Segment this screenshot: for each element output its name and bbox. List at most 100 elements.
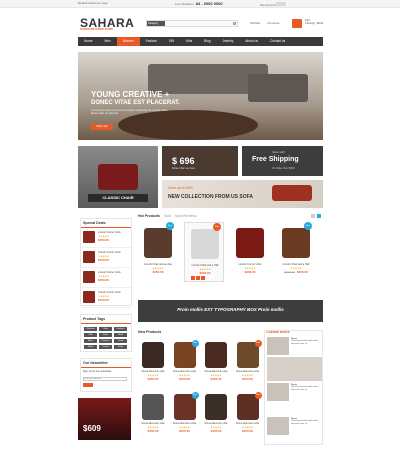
cart-icon[interactable] [292, 19, 302, 28]
deal-thumb[interactable] [83, 271, 95, 284]
hero-shop-button[interactable]: Shop now [91, 124, 113, 130]
product-tag[interactable]: Sofa [84, 333, 97, 338]
deal-name[interactable]: Lincoln Corner Units [98, 251, 121, 254]
product-tag[interactable]: Tables [84, 345, 97, 350]
product-badge: Sale [213, 223, 221, 231]
side-promo-banner[interactable]: $609 [78, 398, 131, 440]
cart-summary[interactable]: Cart 0 item(s) - $0.00 [305, 19, 323, 25]
product-image[interactable] [205, 394, 227, 420]
nav-item-about-us[interactable]: About us [239, 37, 264, 46]
hero-slider[interactable]: YOUNG CREATIVE + DONEC VITAE EST PLACERA… [78, 52, 323, 140]
new-product-card[interactable]: Fiona aftemoon sofa ★★★★★ $150.00 [201, 392, 231, 437]
tab-hot-products[interactable]: Hot Products [138, 214, 160, 218]
product-name[interactable]: Fiona aftemoon sofa [201, 422, 231, 425]
next-arrow-icon[interactable] [317, 214, 321, 218]
deal-item[interactable]: Lincoln Corner Units ★★★★★ $150.00 [81, 228, 131, 249]
newsletter-email-input[interactable] [83, 377, 127, 382]
newsletter-submit-button[interactable] [83, 383, 93, 388]
deal-item[interactable]: Lincoln Corner Units ★★★★★ $150.00 [81, 248, 131, 269]
product-name[interactable]: Lincoln Chair and a Half [276, 263, 316, 266]
nav-item-women[interactable]: Women [116, 37, 140, 46]
banner-price-value: $ 696 [172, 156, 195, 166]
search-bar[interactable]: Category [146, 20, 238, 27]
custom-block-item[interactable]: Donec Sed ut perspiciatis unde omnis iste… [267, 383, 322, 403]
banner-price[interactable]: $ 696 Sofas Chair we have [162, 146, 238, 176]
product-name[interactable]: Fiona aftemoon sofa [233, 370, 263, 373]
product-card[interactable]: New Lincoln Chair and a Half ★★★★★ $400.… [276, 222, 316, 282]
banner-new-collection[interactable]: Save up to 50% NEW COLLECTION FROM US SO… [162, 180, 323, 208]
product-name[interactable]: Fiona aftemoon sofa [138, 370, 168, 373]
product-image[interactable] [205, 342, 227, 368]
product-name[interactable]: Fiona aftemoon sofa [170, 422, 200, 425]
tab-most-reviews[interactable]: Most Reviews [175, 214, 197, 218]
prev-arrow-icon[interactable] [311, 214, 315, 218]
product-name[interactable]: Fiona aftemoon sofa [138, 422, 168, 425]
new-product-card[interactable]: New Fiona aftemoon sofa ★★★★★ $150.00 [170, 392, 200, 437]
new-product-card[interactable]: Sale Fiona aftemoon sofa ★★★★★ $150.00 [233, 392, 263, 437]
nav-item-home[interactable]: Home [78, 37, 99, 46]
deal-thumb[interactable] [83, 231, 95, 244]
product-tag[interactable]: Collection [84, 327, 97, 332]
deal-name[interactable]: Lincoln Corner Units [98, 231, 121, 234]
currency-select[interactable] [276, 2, 287, 6]
compare-icon[interactable] [201, 276, 205, 280]
account-link[interactable]: My Account [260, 3, 276, 7]
product-tag[interactable]: Lamp [114, 339, 127, 344]
new-product-card[interactable]: Sale Fiona aftemoon sofa ★★★★★ $150.00 [233, 340, 263, 385]
nav-item-fashion[interactable]: Fashion [140, 37, 163, 46]
product-name[interactable]: Fiona aftemoon sofa [201, 370, 231, 373]
deal-item[interactable]: Lincoln Corner Units ★★★★★ $150.00 [81, 288, 131, 309]
wishlist-icon[interactable] [196, 276, 200, 280]
custom-block-item[interactable]: Donec Sed ut perspiciatis unde omnis iste… [267, 417, 322, 437]
new-product-card[interactable]: Fiona aftemoon sofa ★★★★★ $150.00 [138, 392, 168, 437]
product-card[interactable]: Sale Lincoln Chair and a Half ★★★★★ $220… [184, 222, 224, 282]
product-name[interactable]: Lincoln Corner Units [230, 263, 270, 266]
tab-sold[interactable]: Sold [164, 214, 171, 218]
product-name[interactable]: Fiona aftemoon sofa [233, 422, 263, 425]
product-card[interactable]: New Lincoln Chair arteste deis ★★★★★ $15… [138, 222, 178, 282]
product-card[interactable]: Lincoln Corner Units ★★★★★ $300.00 [230, 222, 270, 282]
account-menu[interactable]: My Account [260, 2, 287, 8]
compare-link[interactable]: Compare [267, 21, 279, 25]
new-product-card[interactable]: Fiona aftemoon sofa ★★★★★ $150.00 [138, 340, 168, 385]
search-category-select[interactable]: Category [147, 21, 165, 26]
product-name[interactable]: Lincoln Chair arteste deis [138, 263, 178, 266]
product-tag[interactable]: Sofas [114, 345, 127, 350]
banner-free-shipping[interactable]: Save with Free Shipping On Order Over $3… [242, 146, 323, 176]
nav-item-kids[interactable]: Kids [180, 37, 198, 46]
product-image[interactable] [144, 228, 172, 258]
nav-item-men[interactable]: Men [99, 37, 117, 46]
product-tag[interactable]: Trends [99, 345, 112, 350]
banner-classic-chair[interactable]: CLASSIC CHAIR [78, 146, 158, 208]
product-image[interactable] [142, 342, 164, 368]
product-tag[interactable]: Products [99, 339, 112, 344]
deal-thumb[interactable] [83, 291, 95, 304]
search-icon[interactable] [233, 22, 236, 25]
deal-name[interactable]: Lincoln Corner Units [98, 291, 121, 294]
product-price: $150.00 [179, 429, 190, 433]
product-tag[interactable]: Wood [114, 333, 127, 338]
product-tag[interactable]: Sofas [99, 333, 112, 338]
product-image[interactable] [236, 228, 264, 258]
deal-thumb[interactable] [83, 251, 95, 264]
product-name[interactable]: Lincoln Chair and a Half [185, 264, 225, 267]
product-tag[interactable]: Mirror [84, 339, 97, 344]
add-to-cart-icon[interactable] [191, 276, 195, 280]
deal-item[interactable]: Lincoln Corner Units ★★★★★ $150.00 [81, 268, 131, 289]
product-name[interactable]: Fiona aftemoon sofa [170, 370, 200, 373]
custom-block-item[interactable]: Donec Sed ut perspiciatis unde omnis iste… [267, 337, 322, 357]
nav-item-contact-us[interactable]: Contact us [264, 37, 291, 46]
product-image[interactable] [191, 229, 219, 259]
nav-item-gift[interactable]: Gift [163, 37, 180, 46]
product-tag[interactable]: Furniture [114, 327, 127, 332]
cart-count: 0 item(s) - $0.00 [305, 22, 324, 25]
nav-item-jewelry[interactable]: Jewelry [217, 37, 240, 46]
wishlist-link[interactable]: Wishlist [250, 21, 260, 25]
nav-item-blog[interactable]: Blog [198, 37, 216, 46]
product-tag[interactable]: Chair [99, 327, 112, 332]
new-product-card[interactable]: Fiona aftemoon sofa ★★★★★ $150.00 [201, 340, 231, 385]
product-image[interactable] [142, 394, 164, 420]
new-product-card[interactable]: New Fiona aftemoon sofa ★★★★★ $150.00 [170, 340, 200, 385]
deal-name[interactable]: Lincoln Corner Units [98, 271, 121, 274]
product-image[interactable] [282, 228, 310, 258]
